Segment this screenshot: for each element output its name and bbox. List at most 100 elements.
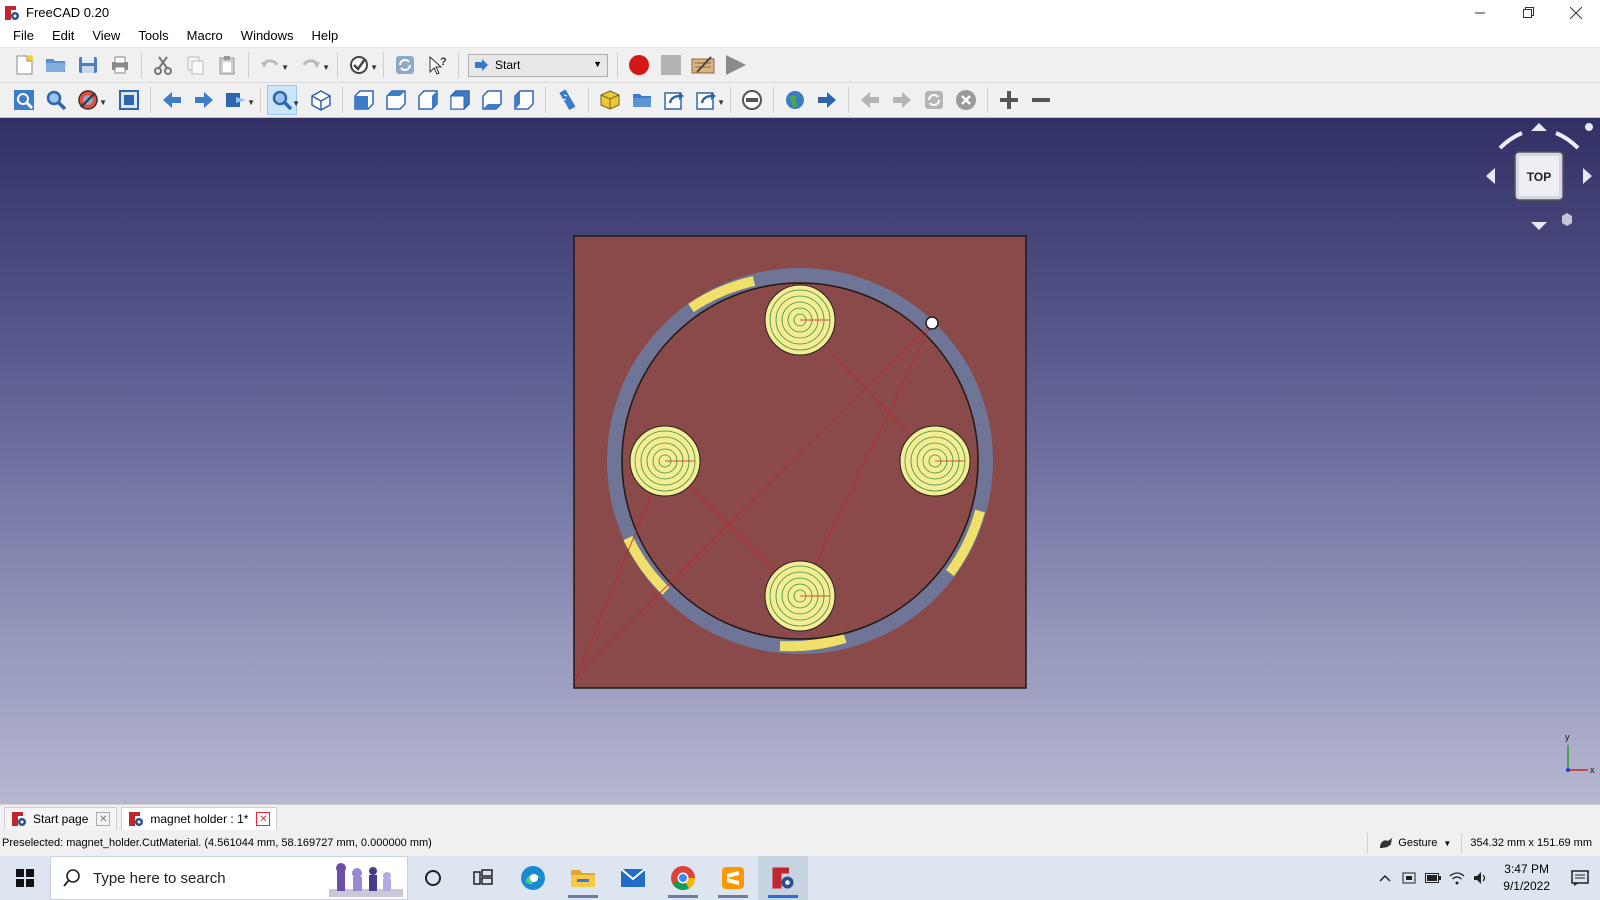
menu-macro[interactable]: Macro (178, 25, 232, 46)
stop-macro-button[interactable] (656, 50, 686, 80)
model-canvas[interactable]: TOP y x (0, 118, 1600, 804)
bounding-box-button[interactable] (114, 85, 144, 115)
nav-menu-icon[interactable] (1585, 123, 1593, 131)
fit-all-button[interactable] (9, 85, 39, 115)
web-home-button[interactable] (780, 85, 810, 115)
create-group-button[interactable] (627, 85, 657, 115)
redo-button[interactable]: ▼ (296, 50, 330, 80)
new-file-button[interactable] (9, 50, 39, 80)
web-forward-button[interactable] (887, 85, 917, 115)
sublime-taskbar-button[interactable] (708, 856, 758, 900)
measure-button[interactable] (552, 85, 582, 115)
nav-view-menu-icon[interactable] (1562, 213, 1572, 226)
magnet-pocket-top[interactable] (764, 284, 836, 356)
3d-viewport[interactable]: TOP y x (0, 118, 1600, 804)
zoom-button[interactable]: ▼ (267, 85, 300, 115)
taskbar-clock[interactable]: 3:47 PM 9/1/2022 (1493, 861, 1560, 895)
nav-arrow-down-icon[interactable] (1531, 222, 1547, 230)
copy-button[interactable] (180, 50, 210, 80)
chevron-down-icon: ▼ (1443, 838, 1452, 848)
forward-view-button[interactable] (189, 85, 219, 115)
paste-button[interactable] (212, 50, 242, 80)
top-view-button[interactable] (381, 85, 411, 115)
navigation-style-selector[interactable]: Gesture ▼ (1367, 833, 1461, 853)
bottom-view-button[interactable] (477, 85, 507, 115)
link-actions-button[interactable]: ▼ (691, 85, 725, 115)
open-button[interactable] (41, 50, 71, 80)
cortana-button[interactable] (408, 856, 458, 900)
nav-rotate-left-icon[interactable] (1498, 131, 1523, 150)
freecad-taskbar-button[interactable] (758, 856, 808, 900)
workbench-selector[interactable]: Start ▼ (468, 53, 608, 77)
undo-button[interactable]: ▼ (255, 50, 289, 80)
whats-this-button[interactable]: ? (422, 50, 452, 80)
refresh-button[interactable] (390, 50, 420, 80)
show-hidden-icons-button[interactable] (1373, 856, 1397, 900)
isometric-view-button[interactable] (306, 85, 336, 115)
chevron-down-icon: ▼ (593, 58, 602, 69)
nav-rotate-right-icon[interactable] (1555, 131, 1580, 150)
magnet-pocket-bottom[interactable] (764, 560, 836, 632)
zoom-out-button[interactable] (1026, 85, 1056, 115)
fit-selection-button[interactable] (41, 85, 71, 115)
edge-taskbar-button[interactable] (508, 856, 558, 900)
menu-tools[interactable]: Tools (129, 25, 177, 46)
edit-macro-button[interactable] (688, 50, 718, 80)
save-button[interactable] (73, 50, 103, 80)
create-part-button[interactable] (595, 85, 625, 115)
menu-windows[interactable]: Windows (232, 25, 303, 46)
zoom-in-button[interactable] (994, 85, 1024, 115)
web-stop-loading-button[interactable] (951, 85, 981, 115)
web-go-button[interactable] (812, 85, 842, 115)
meet-now-button[interactable] (1397, 856, 1421, 900)
tab-start-page[interactable]: Start page ✕ (4, 807, 118, 830)
chrome-taskbar-button[interactable] (658, 856, 708, 900)
magnet-pocket-right[interactable] (899, 425, 971, 497)
front-view-button[interactable] (349, 85, 379, 115)
file-explorer-taskbar-button[interactable] (558, 856, 608, 900)
mail-taskbar-button[interactable] (608, 856, 658, 900)
left-view-button[interactable] (509, 85, 539, 115)
nav-arrow-up-icon[interactable] (1531, 123, 1547, 131)
close-tab-icon[interactable]: ✕ (256, 812, 271, 826)
network-button[interactable] (1445, 856, 1469, 900)
rear-view-button[interactable] (445, 85, 475, 115)
web-stop-button[interactable] (737, 85, 767, 115)
web-forward-icon (893, 92, 911, 108)
make-link-button[interactable] (659, 85, 689, 115)
notifications-button[interactable] (1560, 856, 1600, 900)
minimize-button[interactable] (1456, 0, 1504, 25)
back-view-button[interactable] (157, 85, 187, 115)
copy-icon (187, 56, 204, 75)
battery-button[interactable] (1421, 856, 1445, 900)
menu-view[interactable]: View (83, 25, 129, 46)
restore-button[interactable] (1504, 0, 1552, 25)
tab-magnet-holder[interactable]: magnet holder : 1* ✕ (121, 807, 278, 830)
close-window-button[interactable] (1552, 0, 1600, 25)
navigation-cube[interactable]: TOP (1486, 123, 1593, 230)
close-icon (1570, 6, 1582, 19)
record-macro-button[interactable] (624, 50, 654, 80)
preselected-vertex[interactable] (925, 316, 939, 330)
print-button[interactable] (105, 50, 135, 80)
volume-button[interactable] (1469, 856, 1493, 900)
menu-edit[interactable]: Edit (43, 25, 83, 46)
taskbar-search[interactable]: Type here to search (50, 856, 408, 900)
toolbar-separator (337, 52, 338, 78)
recompute-check-button[interactable]: ▼ (344, 50, 378, 80)
draw-style-button[interactable]: ▼ (73, 85, 107, 115)
web-back-button[interactable] (855, 85, 885, 115)
web-refresh-button[interactable] (919, 85, 949, 115)
close-tab-icon[interactable]: ✕ (96, 812, 111, 826)
sync-view-button[interactable]: ▼ (221, 85, 255, 115)
task-view-button[interactable] (458, 856, 508, 900)
menu-file[interactable]: File (4, 25, 43, 46)
menu-help[interactable]: Help (303, 25, 348, 46)
run-macro-button[interactable] (720, 50, 750, 80)
nav-arrow-left-icon[interactable] (1486, 168, 1495, 184)
nav-arrow-right-icon[interactable] (1583, 168, 1592, 184)
start-button[interactable] (0, 856, 50, 900)
magnet-pocket-left[interactable] (629, 425, 701, 497)
right-view-button[interactable] (413, 85, 443, 115)
cut-button[interactable] (148, 50, 178, 80)
